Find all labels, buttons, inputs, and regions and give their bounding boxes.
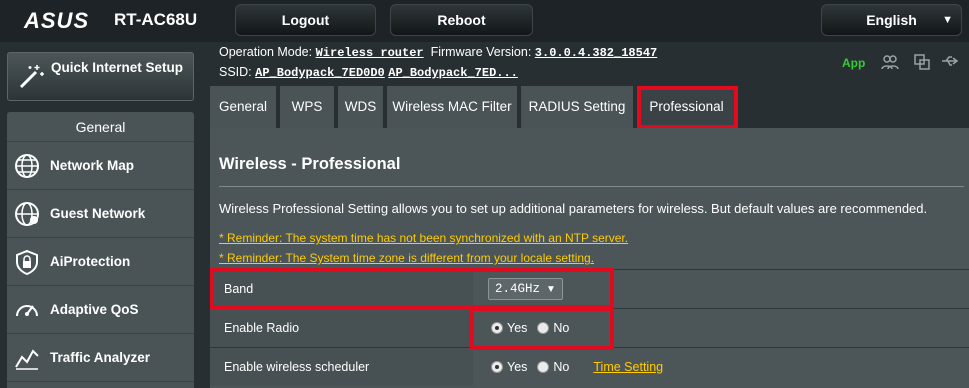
tab-wireless-mac-filter[interactable]: Wireless MAC Filter (387, 86, 517, 128)
page-title: Wireless - Professional (219, 155, 401, 173)
ssid-link-2[interactable]: AP_Bodypack_7ED... (388, 66, 518, 80)
ssid-link-1[interactable]: AP_Bodypack_7ED0D0 (255, 66, 385, 80)
sidebar-item-label: Guest Network (50, 206, 146, 221)
enable-radio-label: Enable Radio (224, 321, 300, 335)
sidebar-item-label: Traffic Analyzer (50, 350, 151, 365)
op-mode-label: Operation Mode: (219, 45, 313, 59)
highlight-enable-radio (470, 307, 614, 350)
scheduler-no-radio[interactable] (537, 361, 550, 373)
model-name: RT-AC68U (114, 10, 198, 29)
firmware-link[interactable]: 3.0.0.4.382_18547 (535, 46, 657, 60)
scheduler-label-cell: Enable wireless scheduler (210, 348, 473, 386)
tab-wds[interactable]: WDS (338, 86, 383, 128)
qis-label: Quick Internet Setup (51, 60, 184, 75)
reminder-ntp-link[interactable]: * Reminder: The system time has not been… (219, 231, 628, 245)
page-description: Wireless Professional Setting allows you… (219, 201, 928, 216)
top-bar: ASUS RT-AC68U Logout Reboot English ▼ (0, 0, 969, 42)
guest-network-icon (14, 201, 40, 227)
gauge-icon (14, 297, 40, 323)
scheduler-yes-label[interactable]: Yes (507, 360, 527, 374)
copy-icon[interactable] (912, 54, 932, 72)
tab-wps[interactable]: WPS (280, 86, 334, 128)
logout-button[interactable]: Logout (235, 4, 376, 36)
op-mode-link[interactable]: Wireless router (316, 46, 424, 60)
language-select[interactable]: English ▼ (821, 4, 962, 36)
tab-radius-setting[interactable]: RADIUS Setting (521, 86, 633, 128)
scheduler-row: Enable wireless scheduler Yes No Time Se… (210, 347, 969, 386)
enable-radio-label-cell: Enable Radio (210, 309, 473, 347)
scheduler-options: Yes No Time Setting (491, 348, 663, 386)
sidebar-item-network-map[interactable]: Network Map (7, 142, 194, 190)
scheduler-no-label[interactable]: No (553, 360, 569, 374)
magic-wand-icon (16, 62, 46, 92)
time-setting-link[interactable]: Time Setting (593, 360, 663, 374)
firmware-label: Firmware Version: (430, 45, 532, 59)
scheduler-label: Enable wireless scheduler (224, 360, 370, 374)
sidebar-menu: General Network Map Guest Network AiProt… (7, 112, 194, 388)
chevron-down-icon: ▼ (942, 14, 953, 26)
sidebar-item-label: AiProtection (50, 254, 131, 269)
asus-logo: ASUS (24, 8, 90, 33)
scheduler-value-cell: Yes No Time Setting (474, 348, 969, 386)
users-icon[interactable] (880, 54, 900, 72)
title-divider (219, 186, 964, 187)
usb-icon[interactable] (940, 54, 960, 72)
sidebar-item-traffic-analyzer[interactable]: Traffic Analyzer (7, 334, 194, 382)
quick-internet-setup-button[interactable]: Quick Internet Setup (7, 52, 194, 101)
tab-general[interactable]: General (210, 86, 276, 128)
status-line-1: Operation Mode: Wireless router Firmware… (219, 45, 657, 60)
app-link[interactable]: App (842, 56, 865, 70)
reminder-timezone-link[interactable]: * Reminder: The System time zone is diff… (219, 251, 594, 265)
sidebar-section-general: General (7, 112, 194, 142)
status-line-2: SSID: AP_Bodypack_7ED0D0 AP_Bodypack_7ED… (219, 65, 518, 80)
scheduler-yes-radio[interactable] (491, 361, 503, 373)
sidebar-item-aiprotection[interactable]: AiProtection (7, 238, 194, 286)
aiprotection-lock-icon (14, 249, 40, 276)
reboot-button[interactable]: Reboot (390, 4, 533, 36)
highlight-professional-tab (637, 86, 738, 129)
network-map-icon (14, 153, 40, 179)
highlight-band-row (210, 268, 614, 309)
ssid-label: SSID: (219, 65, 252, 79)
sidebar-item-adaptive-qos[interactable]: Adaptive QoS (7, 286, 194, 334)
sidebar-item-guest-network[interactable]: Guest Network (7, 190, 194, 238)
traffic-chart-icon (14, 345, 40, 371)
language-value: English (866, 12, 917, 28)
sidebar-item-label: Network Map (50, 158, 135, 173)
sidebar-item-label: Adaptive QoS (50, 302, 139, 317)
